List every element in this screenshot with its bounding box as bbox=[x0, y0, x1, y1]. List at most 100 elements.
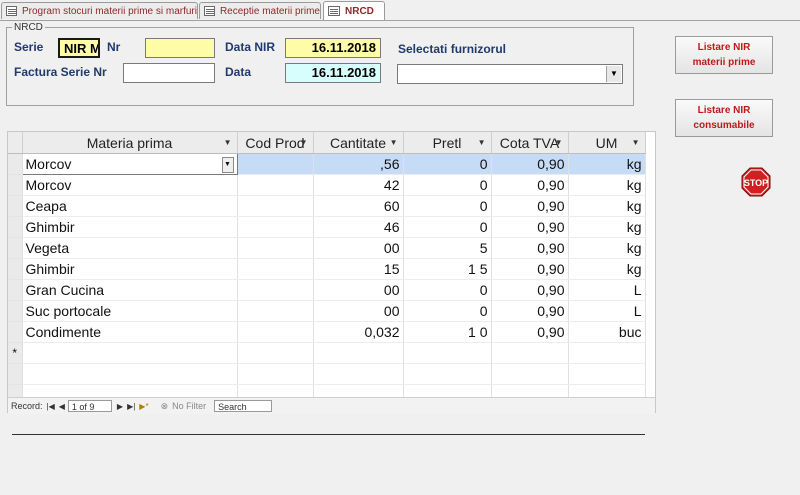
cell-materia[interactable]: Condimente bbox=[22, 321, 238, 343]
cell-um[interactable]: kg bbox=[568, 237, 646, 259]
new-record-row[interactable]: * bbox=[8, 342, 646, 364]
materia-prima-combo[interactable]: Morcov ▼ bbox=[21, 153, 238, 175]
cell-cod[interactable] bbox=[237, 237, 314, 259]
no-filter-button[interactable]: No Filter bbox=[172, 401, 206, 411]
cell-empty[interactable] bbox=[22, 342, 238, 364]
cell-cantitate[interactable]: 42 bbox=[313, 174, 404, 196]
data-field[interactable]: 16.11.2018 bbox=[285, 63, 381, 83]
sort-arrow-icon[interactable]: ▼ bbox=[300, 138, 308, 147]
listare-nir-materii-prime-button[interactable]: Listare NIR materii prime bbox=[675, 36, 773, 74]
chevron-down-icon[interactable]: ▼ bbox=[606, 66, 621, 82]
cell-materia[interactable]: Suc portocale bbox=[22, 300, 238, 322]
cell-pret[interactable]: 1 5 bbox=[403, 258, 492, 280]
table-row[interactable]: Ghimbir 15 1 5 0,90 kg bbox=[8, 258, 646, 280]
table-row[interactable]: Ghimbir 46 0 0,90 kg bbox=[8, 216, 646, 238]
column-header-pret[interactable]: Pretl ▼ bbox=[403, 132, 492, 154]
cell-cantitate[interactable]: 46 bbox=[313, 216, 404, 238]
furnizor-select[interactable]: ▼ bbox=[397, 64, 623, 84]
tab-receptie-materii-prime[interactable]: Receptie materii prime bbox=[199, 2, 321, 19]
record-selector[interactable] bbox=[8, 216, 23, 238]
table-row[interactable]: Morcov 42 0 0,90 kg bbox=[8, 174, 646, 196]
cell-tva[interactable]: 0,90 bbox=[491, 216, 569, 238]
cell-pret[interactable]: 0 bbox=[403, 153, 492, 175]
record-selector[interactable] bbox=[8, 195, 23, 217]
chevron-down-icon[interactable]: ▼ bbox=[221, 156, 234, 173]
select-all-cell[interactable] bbox=[8, 132, 23, 154]
cell-cantitate[interactable]: 60 bbox=[313, 195, 404, 217]
cell-um[interactable]: kg bbox=[568, 216, 646, 238]
cell-tva[interactable]: 0,90 bbox=[491, 279, 569, 301]
cell-um[interactable]: buc bbox=[568, 321, 646, 343]
sort-arrow-icon[interactable]: ▼ bbox=[632, 138, 640, 147]
column-header-um[interactable]: UM ▼ bbox=[568, 132, 646, 154]
cell-tva[interactable]: 0,90 bbox=[491, 300, 569, 322]
record-selector[interactable] bbox=[8, 279, 23, 301]
cell-pret[interactable]: 0 bbox=[403, 279, 492, 301]
first-record-icon[interactable]: |◀ bbox=[47, 402, 55, 411]
new-record-icon[interactable]: ▶* bbox=[139, 402, 148, 411]
cell-um[interactable]: kg bbox=[568, 174, 646, 196]
cell-pret[interactable]: 0 bbox=[403, 216, 492, 238]
cell-pret[interactable]: 1 0 bbox=[403, 321, 492, 343]
cell-empty[interactable] bbox=[491, 342, 569, 364]
cell-cod[interactable] bbox=[237, 279, 314, 301]
record-selector[interactable] bbox=[8, 321, 23, 343]
cell-empty[interactable] bbox=[237, 342, 314, 364]
cell-materia[interactable]: Gran Cucina bbox=[22, 279, 238, 301]
column-header-cota-tva[interactable]: Cota TVA ▼ bbox=[491, 132, 569, 154]
cell-tva[interactable]: 0,90 bbox=[491, 258, 569, 280]
last-record-icon[interactable]: ▶| bbox=[127, 402, 135, 411]
cell-tva[interactable]: 0,90 bbox=[491, 153, 569, 175]
sort-arrow-icon[interactable]: ▼ bbox=[390, 138, 398, 147]
cell-tva[interactable]: 0,90 bbox=[491, 237, 569, 259]
cell-materia[interactable]: Morcov bbox=[22, 174, 238, 196]
data-nir-field[interactable]: 16.11.2018 bbox=[285, 38, 381, 58]
column-header-cantitate[interactable]: Cantitate ▼ bbox=[313, 132, 404, 154]
column-header-materia-prima[interactable]: Materia prima ▼ bbox=[22, 132, 238, 154]
cell-pret[interactable]: 5 bbox=[403, 237, 492, 259]
cell-cantitate[interactable]: 15 bbox=[313, 258, 404, 280]
table-row[interactable]: Condimente 0,032 1 0 0,90 buc bbox=[8, 321, 646, 343]
search-box[interactable]: Search bbox=[214, 400, 273, 412]
cell-cod[interactable] bbox=[237, 174, 314, 196]
cell-pret[interactable]: 0 bbox=[403, 195, 492, 217]
record-position-field[interactable]: 1 of 9 bbox=[67, 400, 112, 412]
cell-cod[interactable] bbox=[237, 300, 314, 322]
cell-pret[interactable]: 0 bbox=[403, 174, 492, 196]
tab-nrcd[interactable]: NRCD bbox=[323, 1, 385, 20]
cell-materia[interactable]: Ghimbir bbox=[22, 216, 238, 238]
cell-cantitate[interactable]: 0,032 bbox=[313, 321, 404, 343]
cell-tva[interactable]: 0,90 bbox=[491, 195, 569, 217]
cell-um[interactable]: kg bbox=[568, 153, 646, 175]
sort-arrow-icon[interactable]: ▼ bbox=[478, 138, 486, 147]
next-record-icon[interactable]: ▶ bbox=[117, 402, 123, 411]
cell-empty[interactable] bbox=[313, 342, 404, 364]
cell-cantitate[interactable]: 00 bbox=[313, 300, 404, 322]
cell-cod[interactable] bbox=[237, 153, 314, 175]
record-selector[interactable] bbox=[8, 300, 23, 322]
serie-field[interactable]: NIR M bbox=[58, 38, 100, 58]
sort-arrow-icon[interactable]: ▼ bbox=[555, 138, 563, 147]
previous-record-icon[interactable]: ◀ bbox=[59, 402, 65, 411]
cell-tva[interactable]: 0,90 bbox=[491, 321, 569, 343]
new-record-marker[interactable]: * bbox=[8, 342, 23, 364]
cell-cod[interactable] bbox=[237, 216, 314, 238]
cell-um[interactable]: L bbox=[568, 300, 646, 322]
sort-arrow-icon[interactable]: ▼ bbox=[224, 138, 232, 147]
cell-cantitate[interactable]: 00 bbox=[313, 279, 404, 301]
table-row[interactable]: Gran Cucina 00 0 0,90 L bbox=[8, 279, 646, 301]
table-row[interactable]: Suc portocale 00 0 0,90 L bbox=[8, 300, 646, 322]
cell-cantitate[interactable]: ,56 bbox=[313, 153, 404, 175]
cell-materia[interactable]: Vegeta bbox=[22, 237, 238, 259]
record-selector[interactable] bbox=[8, 237, 23, 259]
cell-cod[interactable] bbox=[237, 321, 314, 343]
cell-pret[interactable]: 0 bbox=[403, 300, 492, 322]
table-row[interactable]: Morcov ▼ ,56 0 0,90 kg bbox=[8, 153, 646, 175]
tab-program-stocuri[interactable]: Program stocuri materii prime si marfuri bbox=[1, 2, 198, 19]
cell-um[interactable]: kg bbox=[568, 195, 646, 217]
cell-empty[interactable] bbox=[403, 342, 492, 364]
table-row[interactable]: Vegeta 00 5 0,90 kg bbox=[8, 237, 646, 259]
cell-um[interactable]: L bbox=[568, 279, 646, 301]
table-row[interactable]: Ceapa 60 0 0,90 kg bbox=[8, 195, 646, 217]
cell-cod[interactable] bbox=[237, 195, 314, 217]
